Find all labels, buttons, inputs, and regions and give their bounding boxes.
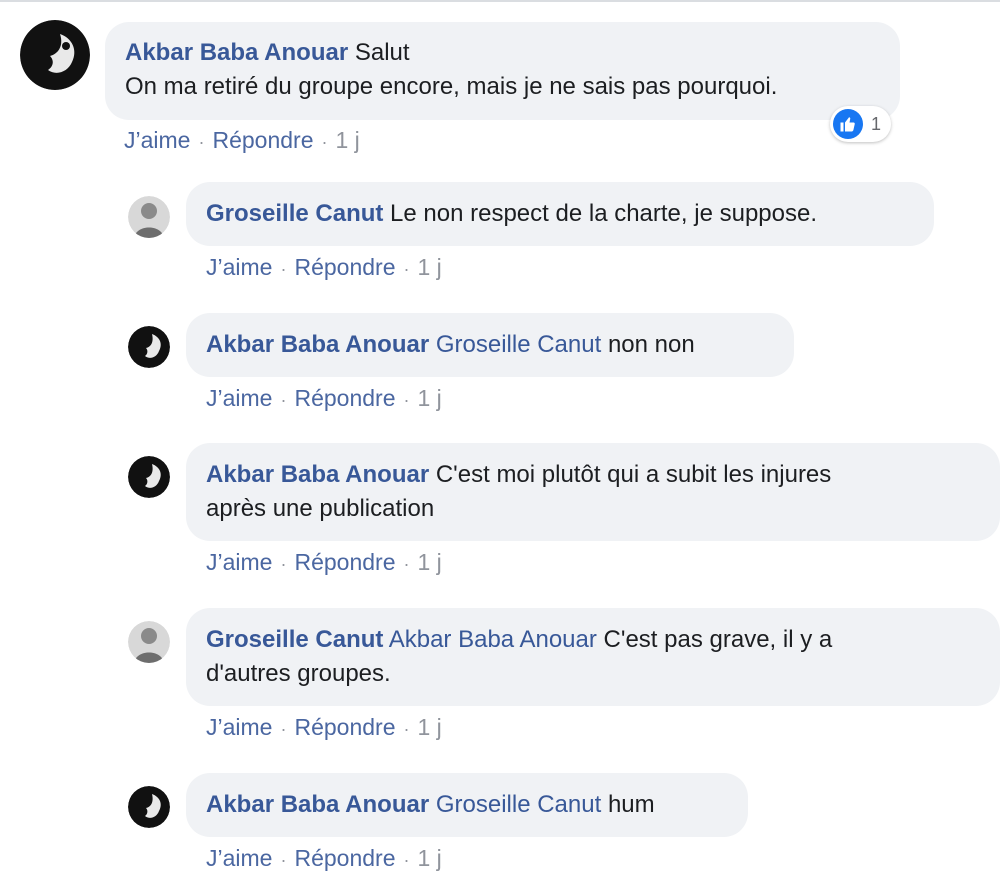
reply-link[interactable]: Répondre (212, 127, 313, 153)
avatar-akbar[interactable] (128, 326, 170, 368)
separator: · (403, 850, 410, 870)
reply-bubble: Groseille Canut Akbar Baba Anouar C'est … (186, 608, 1000, 706)
avatar-akbar[interactable] (128, 456, 170, 498)
comment-text: Salut (354, 39, 410, 66)
avatar-groseille[interactable] (128, 621, 170, 663)
reply-text: Le non respect de la charte, je suppose. (390, 200, 817, 227)
timestamp[interactable]: 1 j (418, 714, 442, 740)
reply-actions: J’aime · Répondre · 1 j (206, 254, 442, 281)
timestamp[interactable]: 1 j (418, 845, 442, 871)
timestamp[interactable]: 1 j (418, 385, 442, 411)
reply-actions: J’aime · Répondre · 1 j (206, 385, 442, 412)
mention-tag[interactable]: Groseille Canut (436, 331, 601, 358)
reply-author[interactable]: Akbar Baba Anouar (206, 331, 429, 358)
separator: · (403, 554, 410, 574)
reply-author[interactable]: Groseille Canut (206, 626, 383, 653)
reply-text: hum (607, 791, 655, 818)
like-link[interactable]: J’aime (206, 845, 272, 871)
mention-tag[interactable]: Groseille Canut (436, 791, 601, 818)
reply-text-line2: après une publication (206, 495, 435, 522)
mention-tag[interactable]: Akbar Baba Anouar (389, 626, 597, 653)
thumbs-up-icon (833, 109, 863, 139)
reply-link[interactable]: Répondre (294, 714, 395, 740)
separator: · (280, 259, 287, 279)
separator: · (403, 390, 410, 410)
comment-author[interactable]: Akbar Baba Anouar (125, 39, 348, 66)
comment-bubble: Akbar Baba Anouar Salut On ma retiré du … (105, 22, 900, 120)
reply-link[interactable]: Répondre (294, 385, 395, 411)
reply-actions: J’aime · Répondre · 1 j (206, 549, 442, 576)
reply-text: non non (607, 331, 695, 358)
separator: · (280, 554, 287, 574)
comment-text-line2: On ma retiré du groupe encore, mais je n… (125, 73, 778, 100)
top-divider (0, 0, 1000, 2)
reply-text-line2: d'autres groupes. (206, 660, 391, 687)
reply-bubble: Akbar Baba Anouar C'est moi plutôt qui a… (186, 443, 1000, 541)
separator: · (280, 390, 287, 410)
avatar-groseille[interactable] (128, 196, 170, 238)
reply-text: C'est pas grave, il y a (603, 626, 833, 653)
like-link[interactable]: J’aime (206, 385, 272, 411)
separator: · (198, 132, 205, 152)
reply-link[interactable]: Répondre (294, 254, 395, 280)
separator: · (403, 259, 410, 279)
timestamp[interactable]: 1 j (418, 549, 442, 575)
reaction-count: 1 (871, 113, 882, 134)
separator: · (280, 850, 287, 870)
reply-link[interactable]: Répondre (294, 845, 395, 871)
reply-text: C'est moi plutôt qui a subit les injures (435, 461, 832, 488)
comment-actions: J’aime · Répondre · 1 j (124, 127, 360, 154)
separator: · (280, 719, 287, 739)
like-link[interactable]: J’aime (206, 254, 272, 280)
like-link[interactable]: J’aime (206, 549, 272, 575)
reply-bubble: Akbar Baba Anouar Groseille Canut hum (186, 773, 748, 837)
reply-author[interactable]: Akbar Baba Anouar (206, 461, 429, 488)
separator: · (321, 132, 328, 152)
avatar-akbar[interactable] (128, 786, 170, 828)
avatar-akbar[interactable] (20, 20, 90, 90)
separator: · (403, 719, 410, 739)
reply-link[interactable]: Répondre (294, 549, 395, 575)
reply-bubble: Akbar Baba Anouar Groseille Canut non no… (186, 313, 794, 377)
reply-author[interactable]: Akbar Baba Anouar (206, 791, 429, 818)
reaction-summary[interactable]: 1 (830, 106, 892, 142)
reply-author[interactable]: Groseille Canut (206, 200, 383, 227)
like-link[interactable]: J’aime (206, 714, 272, 740)
reply-actions: J’aime · Répondre · 1 j (206, 845, 442, 872)
timestamp[interactable]: 1 j (336, 127, 360, 153)
like-link[interactable]: J’aime (124, 127, 190, 153)
timestamp[interactable]: 1 j (418, 254, 442, 280)
reply-bubble: Groseille Canut Le non respect de la cha… (186, 182, 934, 246)
reply-actions: J’aime · Répondre · 1 j (206, 714, 442, 741)
